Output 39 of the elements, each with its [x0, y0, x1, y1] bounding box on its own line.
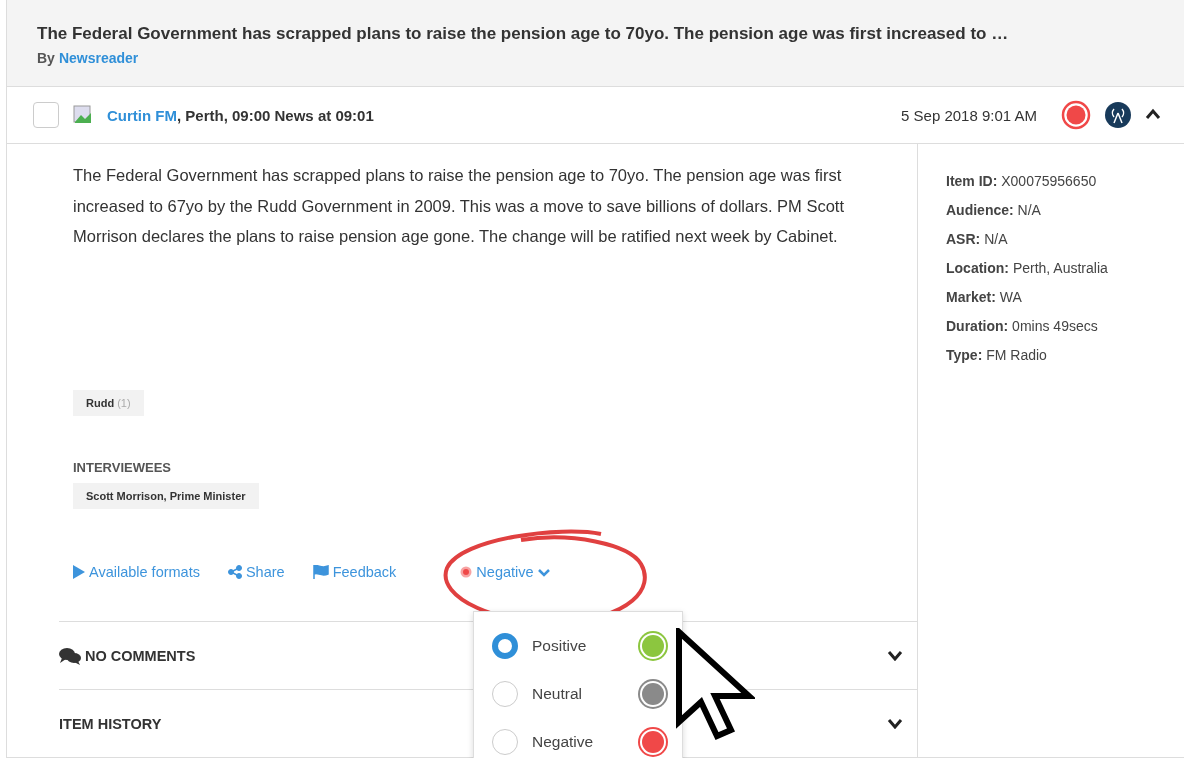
- sentiment-option[interactable]: Negative: [532, 733, 628, 751]
- chevron-icon[interactable]: [887, 648, 903, 661]
- chevron-icon[interactable]: [1145, 108, 1161, 121]
- sentiment-radio[interactable]: [492, 633, 518, 659]
- caret-icon: [537, 567, 550, 577]
- sentiment-option[interactable]: Positive: [532, 637, 628, 655]
- meta-field: ASR: N/A: [946, 230, 1108, 249]
- interviewee-tag: Scott Morrison, Prime Minister: [73, 483, 259, 509]
- sentiment-option[interactable]: Neutral: [532, 685, 628, 703]
- sentiment-dropdown[interactable]: Negative: [460, 564, 550, 580]
- author-link[interactable]: Newsreader: [58, 50, 139, 66]
- meta-field: Type: FM Radio: [946, 346, 1108, 365]
- formats-link[interactable]: Available formats: [73, 564, 200, 580]
- chevron-icon[interactable]: [887, 716, 903, 729]
- share-icon: [227, 565, 242, 579]
- interviewees-heading: INTERVIEWEES: [73, 460, 172, 475]
- share-link[interactable]: Share: [227, 564, 285, 580]
- meta-field: Location: Perth, Australia: [946, 259, 1108, 278]
- item-details: , Perth, 09:00 News at 09:01: [177, 106, 374, 124]
- broken-image-icon: [73, 105, 93, 126]
- radio-tower-icon: [1105, 102, 1131, 129]
- history-heading[interactable]: ITEM HISTORY: [59, 715, 162, 732]
- summary-text: The Federal Government has scrapped plans to raise the pension age to 70yo. The pension age was first increased to 67yo by the Rudd Government in 2009. This was a move to save billions of dollars. PM Scott Morrison declares the plans to raise pension age gone. The change will be ratified next week by Cabinet.: [73, 165, 845, 247]
- station-link[interactable]: Curtin FM: [107, 106, 177, 124]
- comments-heading[interactable]: NO COMMENTS: [59, 646, 196, 665]
- by-label: By: [37, 50, 55, 66]
- item-date: 5 Sep 2018 9:01 AM: [901, 106, 1037, 124]
- meta-field: Duration: 0mins 49secs: [946, 317, 1108, 336]
- play-icon: [73, 565, 85, 579]
- meta-field: Item ID: X00075956650: [946, 172, 1108, 191]
- feedback-link[interactable]: Feedback: [312, 564, 397, 580]
- meta-field: Audience: N/A: [946, 201, 1108, 220]
- flag-icon: [312, 565, 329, 579]
- select-checkbox[interactable]: [33, 102, 59, 129]
- chat-icon: [59, 646, 81, 665]
- story-title: The Federal Government has scrapped plans to raise the pension age to 70yo. The pension age was first increased to …: [37, 24, 1010, 44]
- keyword-tag: Rudd (1): [73, 390, 144, 416]
- sentiment-status-icon: [1061, 100, 1091, 131]
- meta-field: Market: WA: [946, 288, 1108, 307]
